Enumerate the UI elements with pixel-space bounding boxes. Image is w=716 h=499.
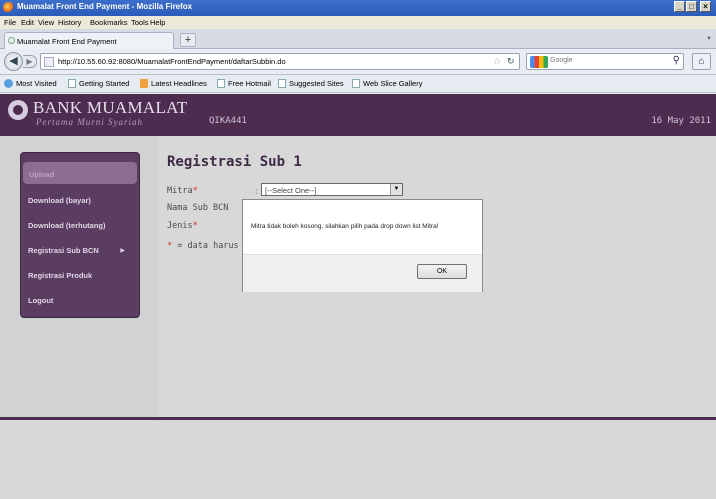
back-button[interactable]: ◀	[4, 52, 23, 71]
menu-help[interactable]: Help	[150, 18, 165, 27]
url-text[interactable]: http://10.55.60.92:8080/MuamalatFrontEnd…	[58, 57, 286, 66]
brand-tagline: Pertama Murni Syariah	[36, 117, 143, 127]
home-button[interactable]: ⌂	[692, 53, 711, 70]
dialog-button-area: OK	[243, 254, 482, 292]
most-visited-icon	[4, 79, 13, 88]
alert-message: Mitra tidak boleh kosong, silahkan pilih…	[251, 223, 439, 230]
mitra-select-value: [--Select One--]	[265, 186, 317, 195]
nama-sub-bcn-label: Nama Sub BCN	[167, 203, 229, 213]
search-placeholder: Google	[550, 57, 573, 64]
bookmark-label: Free Hotmail	[228, 79, 271, 88]
bookmark-label: Web Slice Gallery	[363, 79, 423, 88]
sidebar-menu: Upload Download (bayar) Download (terhut…	[20, 152, 140, 318]
firefox-icon	[3, 2, 14, 13]
menu-bar: File Edit View History Bookmarks Tools H…	[0, 16, 716, 29]
bookmark-label: Latest Headlines	[151, 79, 207, 88]
bookmark-latest-headlines[interactable]: Latest Headlines	[140, 79, 207, 88]
brand-name: BANK MUAMALAT	[33, 98, 188, 117]
page-icon	[278, 79, 286, 88]
web-page: BANK MUAMALAT Pertama Murni Syariah QIKA…	[0, 94, 716, 499]
minimize-button[interactable]: _	[674, 1, 685, 12]
page-title: Registrasi Sub 1	[167, 154, 302, 170]
bookmark-most-visited[interactable]: Most Visited	[4, 79, 57, 88]
bookmark-star-icon[interactable]: ☆	[493, 56, 501, 67]
menu-file[interactable]: File	[4, 18, 16, 27]
menu-view[interactable]: View	[38, 18, 54, 27]
mitra-label: Mitra*	[167, 186, 198, 196]
current-date: 16 May 2011	[651, 116, 711, 126]
page-icon	[217, 79, 225, 88]
bookmark-free-hotmail[interactable]: Free Hotmail	[217, 79, 271, 88]
menu-bookmarks[interactable]: Bookmarks	[90, 18, 128, 27]
colon-separator: :	[255, 186, 258, 196]
jenis-label-text: Jenis	[167, 221, 193, 231]
sidebar-item-upload[interactable]: Upload	[23, 162, 137, 184]
required-marker: *	[192, 186, 198, 196]
user-id: QIKA441	[209, 116, 247, 126]
mitra-select[interactable]: [--Select One--] ▼	[261, 183, 403, 196]
sidebar-item-registrasi-produk[interactable]: Registrasi Produk	[28, 271, 130, 280]
page-footer-area	[0, 420, 716, 499]
tab-list-icon[interactable]: ▼	[706, 36, 712, 42]
ok-button[interactable]: OK	[417, 264, 467, 279]
submenu-arrow-icon: ▶	[120, 248, 125, 254]
new-tab-button[interactable]: +	[180, 33, 196, 47]
tab-muamalat[interactable]: Muamalat Front End Payment	[4, 32, 174, 49]
url-bar[interactable]: http://10.55.60.92:8080/MuamalatFrontEnd…	[40, 53, 520, 70]
tab-label: Muamalat Front End Payment	[17, 37, 117, 46]
loading-icon	[8, 37, 15, 44]
bookmark-suggested-sites[interactable]: Suggested Sites	[278, 79, 344, 88]
google-icon[interactable]	[530, 56, 548, 68]
page-header: BANK MUAMALAT Pertama Murni Syariah QIKA…	[0, 94, 716, 136]
alert-dialog: Mitra tidak boleh kosong, silahkan pilih…	[242, 199, 483, 292]
forward-button[interactable]: ▶	[23, 55, 37, 68]
menu-edit[interactable]: Edit	[21, 18, 34, 27]
close-button[interactable]: ×	[700, 1, 711, 12]
menu-tools[interactable]: Tools	[131, 18, 149, 27]
mitra-label-text: Mitra	[167, 186, 193, 196]
page-icon	[68, 79, 76, 88]
window-title: Muamalat Front End Payment - Mozilla Fir…	[17, 2, 193, 11]
page-icon	[352, 79, 360, 88]
menu-history[interactable]: History	[58, 18, 81, 27]
sidebar-item-logout[interactable]: Logout	[28, 296, 130, 305]
sidebar-item-download-bayar[interactable]: Download (bayar)	[28, 196, 130, 205]
bookmark-label: Suggested Sites	[289, 79, 344, 88]
bank-logo-icon	[8, 100, 28, 120]
required-marker: *	[167, 241, 173, 251]
title-bar: Muamalat Front End Payment - Mozilla Fir…	[0, 0, 716, 16]
sidebar-item-registrasi-sub-bcn[interactable]: Registrasi Sub BCN	[28, 246, 130, 255]
jenis-label: Jenis*	[167, 221, 198, 231]
search-icon[interactable]: ⚲	[673, 55, 680, 66]
required-marker: *	[192, 221, 198, 231]
required-note-text: = data harus	[177, 241, 239, 251]
search-bar[interactable]: Google ⚲	[526, 53, 684, 70]
tab-strip: Muamalat Front End Payment + ▼	[0, 29, 716, 49]
required-note: * = data harus	[167, 241, 239, 251]
bookmark-getting-started[interactable]: Getting Started	[68, 79, 129, 88]
browser-window: Muamalat Front End Payment - Mozilla Fir…	[0, 0, 716, 499]
rss-icon	[140, 79, 148, 88]
bookmark-label: Getting Started	[79, 79, 130, 88]
navigation-bar: ◀ ▶ http://10.55.60.92:8080/MuamalatFron…	[0, 49, 716, 75]
bookmark-label: Most Visited	[16, 79, 57, 88]
site-identity-icon[interactable]	[44, 57, 54, 67]
bookmarks-toolbar: Most Visited Getting Started Latest Head…	[0, 75, 716, 93]
bookmark-web-slice-gallery[interactable]: Web Slice Gallery	[352, 79, 422, 88]
chevron-down-icon[interactable]: ▼	[390, 184, 402, 195]
restore-button[interactable]: □	[686, 1, 697, 12]
sidebar-item-download-terhutang[interactable]: Download (terhutang)	[28, 221, 130, 230]
reload-icon[interactable]: ↻	[507, 56, 515, 67]
